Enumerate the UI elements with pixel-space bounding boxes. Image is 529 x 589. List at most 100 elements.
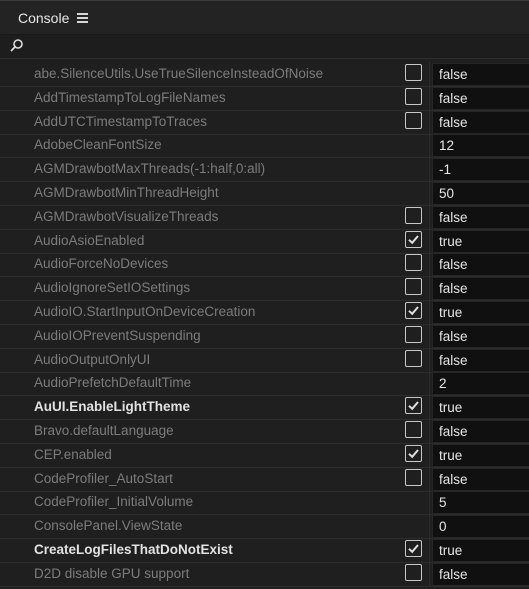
- table-row: AudioIgnoreSetIOSettings false: [0, 276, 529, 302]
- setting-checkbox[interactable]: [405, 64, 422, 81]
- column-divider: [429, 109, 430, 134]
- setting-value-field[interactable]: 50: [432, 182, 529, 205]
- setting-name: AudioAsioEnabled: [34, 232, 145, 248]
- setting-value-field[interactable]: false: [432, 205, 529, 229]
- setting-value-field[interactable]: false: [432, 63, 529, 86]
- column-divider: [429, 323, 430, 348]
- setting-value: 2: [439, 376, 447, 392]
- table-row: AGMDrawbotMinThreadHeight 50: [0, 181, 529, 206]
- setting-value: false: [439, 90, 468, 106]
- setting-checkbox[interactable]: [405, 111, 422, 129]
- setting-value-field[interactable]: false: [432, 86, 529, 110]
- setting-checkbox[interactable]: [405, 230, 422, 248]
- setting-checkbox[interactable]: [405, 254, 422, 272]
- search-field[interactable]: [0, 35, 529, 59]
- setting-name: AudioIO.StartInputOnDeviceCreation: [34, 304, 256, 319]
- setting-checkbox[interactable]: [405, 302, 422, 319]
- setting-checkbox[interactable]: [405, 206, 422, 224]
- setting-value: false: [439, 114, 468, 130]
- setting-value-field[interactable]: true: [432, 301, 529, 324]
- column-divider: [429, 395, 430, 420]
- setting-checkbox[interactable]: [405, 349, 422, 367]
- checkmark-icon: [408, 544, 419, 554]
- setting-value: false: [439, 67, 468, 82]
- setting-value-field[interactable]: true: [432, 443, 529, 467]
- table-row: ConsolePanel.ViewState 0: [0, 514, 529, 540]
- setting-value: true: [439, 305, 463, 320]
- setting-value-field[interactable]: -1: [432, 158, 529, 182]
- column-divider: [429, 300, 430, 324]
- setting-name: AGMDrawbotMaxThreads(-1:half,0:all): [34, 161, 266, 177]
- setting-value: true: [439, 400, 463, 416]
- setting-checkbox[interactable]: [405, 325, 422, 343]
- table-row: abe.SilenceUtils.UseTrueSilenceInsteadOf…: [0, 62, 529, 87]
- table-row: AudioOutputOnlyUI false: [0, 347, 529, 373]
- setting-checkbox[interactable]: [405, 421, 422, 438]
- setting-value-field[interactable]: true: [432, 229, 529, 253]
- setting-name: CodeProfiler_AutoStart: [34, 470, 173, 486]
- column-divider: [429, 442, 430, 467]
- setting-checkbox[interactable]: [405, 563, 422, 581]
- table-row: AudioIO.StartInputOnDeviceCreation true: [0, 300, 529, 325]
- setting-value-field[interactable]: false: [432, 348, 529, 372]
- column-divider: [429, 466, 430, 491]
- setting-value: 5: [439, 495, 447, 511]
- setting-value-field[interactable]: 0: [432, 515, 529, 539]
- table-row: CodeProfiler_InitialVolume 5: [0, 490, 529, 516]
- column-divider: [429, 133, 430, 158]
- column-divider: [429, 181, 430, 205]
- setting-value: false: [439, 471, 468, 487]
- setting-value-field[interactable]: false: [432, 110, 529, 134]
- column-divider: [429, 204, 430, 229]
- setting-checkbox[interactable]: [405, 397, 422, 415]
- column-divider: [429, 419, 430, 443]
- setting-name: AudioPrefetchDefaultTime: [34, 375, 192, 391]
- panel-title: Console: [18, 10, 70, 26]
- setting-name: AdobeCleanFontSize: [34, 137, 162, 153]
- column-divider: [429, 561, 430, 586]
- setting-value: false: [439, 328, 468, 344]
- setting-name: AGMDrawbotMinThreadHeight: [34, 185, 219, 200]
- table-row: AudioAsioEnabled true: [0, 228, 529, 254]
- setting-name: AudioIgnoreSetIOSettings: [34, 280, 191, 296]
- column-divider: [429, 62, 430, 86]
- hamburger-menu-icon[interactable]: [77, 13, 88, 23]
- setting-name: AddTimestampToLogFileNames: [34, 89, 226, 105]
- setting-checkbox[interactable]: [405, 278, 422, 296]
- column-divider: [429, 490, 430, 515]
- column-divider: [429, 85, 430, 110]
- table-row: AddTimestampToLogFileNames false: [0, 85, 529, 111]
- table-row: AdobeCleanFontSize 12: [0, 133, 529, 159]
- setting-value-field[interactable]: false: [432, 277, 529, 301]
- setting-value-field[interactable]: 12: [432, 134, 529, 158]
- setting-name: abe.SilenceUtils.UseTrueSilenceInsteadOf…: [34, 66, 324, 81]
- setting-value-field[interactable]: true: [432, 396, 529, 420]
- setting-checkbox[interactable]: [405, 87, 422, 105]
- setting-value-field[interactable]: false: [432, 467, 529, 491]
- table-row: Bravo.defaultLanguage false: [0, 419, 529, 444]
- checkmark-icon: [408, 449, 419, 459]
- setting-checkbox[interactable]: [405, 468, 422, 486]
- setting-value-field[interactable]: false: [432, 324, 529, 348]
- setting-name: D2D disable GPU support: [34, 565, 190, 581]
- checkmark-icon: [408, 306, 419, 316]
- setting-value-field[interactable]: 2: [432, 372, 529, 396]
- table-row: AGMDrawbotMaxThreads(-1:half,0:all) -1: [0, 157, 529, 183]
- setting-name: Bravo.defaultLanguage: [34, 423, 174, 438]
- setting-value-field[interactable]: false: [432, 420, 529, 443]
- setting-name: AudioIOPreventSuspending: [34, 327, 201, 343]
- column-divider: [429, 347, 430, 372]
- setting-value: false: [439, 352, 468, 368]
- setting-checkbox[interactable]: [405, 444, 422, 462]
- setting-value: 50: [439, 186, 455, 201]
- setting-value-field[interactable]: 5: [432, 491, 529, 515]
- table-row: AGMDrawbotVisualizeThreads false: [0, 204, 529, 230]
- setting-value: 12: [439, 138, 455, 154]
- setting-checkbox[interactable]: [405, 540, 422, 557]
- setting-value-field[interactable]: false: [432, 562, 529, 586]
- setting-value: false: [439, 257, 468, 273]
- setting-value: false: [439, 566, 468, 582]
- table-row: CodeProfiler_AutoStart false: [0, 466, 529, 492]
- setting-value-field[interactable]: true: [432, 539, 529, 562]
- setting-value-field[interactable]: false: [432, 253, 529, 277]
